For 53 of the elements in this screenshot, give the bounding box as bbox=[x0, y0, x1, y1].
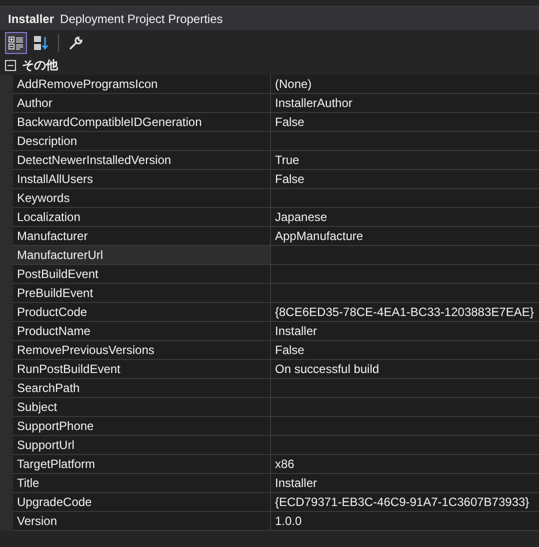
property-name[interactable]: RemovePreviousVersions bbox=[13, 341, 271, 360]
property-value[interactable] bbox=[271, 284, 539, 303]
property-value[interactable] bbox=[271, 379, 539, 398]
property-name[interactable]: AddRemoveProgramsIcon bbox=[13, 75, 271, 94]
property-value[interactable] bbox=[271, 417, 539, 436]
object-name: Installer bbox=[8, 12, 54, 26]
property-value[interactable]: x86 bbox=[271, 455, 539, 474]
property-value[interactable]: Installer bbox=[271, 474, 539, 493]
property-value[interactable]: InstallerAuthor bbox=[271, 94, 539, 113]
property-name[interactable]: PreBuildEvent bbox=[13, 284, 271, 303]
property-value[interactable]: 1.0.0 bbox=[271, 512, 539, 531]
property-value[interactable]: {ECD79371-EB3C-46C9-91A7-1C3607B73933} bbox=[271, 493, 539, 512]
property-name[interactable]: Description bbox=[13, 132, 271, 151]
property-name[interactable]: Keywords bbox=[13, 189, 271, 208]
property-name[interactable]: SupportUrl bbox=[13, 436, 271, 455]
property-name[interactable]: Author bbox=[13, 94, 271, 113]
category-name: その他 bbox=[22, 57, 58, 74]
property-value[interactable] bbox=[271, 265, 539, 284]
property-value[interactable] bbox=[271, 132, 539, 151]
property-name[interactable]: ProductName bbox=[13, 322, 271, 341]
property-name[interactable]: DetectNewerInstalledVersion bbox=[13, 151, 271, 170]
property-value[interactable] bbox=[271, 436, 539, 455]
property-value[interactable]: False bbox=[271, 113, 539, 132]
property-name[interactable]: Subject bbox=[13, 398, 271, 417]
property-value[interactable] bbox=[271, 189, 539, 208]
property-name[interactable]: SearchPath bbox=[13, 379, 271, 398]
property-value[interactable]: True bbox=[271, 151, 539, 170]
property-value[interactable]: Installer bbox=[271, 322, 539, 341]
property-name[interactable]: ProductCode bbox=[13, 303, 271, 322]
property-name[interactable]: RunPostBuildEvent bbox=[13, 360, 271, 379]
property-name[interactable]: BackwardCompatibleIDGeneration bbox=[13, 113, 271, 132]
property-value[interactable] bbox=[271, 246, 539, 265]
property-name[interactable]: Title bbox=[13, 474, 271, 493]
property-value[interactable]: False bbox=[271, 170, 539, 189]
collapse-icon[interactable] bbox=[5, 60, 16, 71]
property-value[interactable] bbox=[271, 398, 539, 417]
object-type: Deployment Project Properties bbox=[60, 12, 223, 26]
property-name[interactable]: PostBuildEvent bbox=[13, 265, 271, 284]
property-name[interactable]: Manufacturer bbox=[13, 227, 271, 246]
property-value[interactable]: (None) bbox=[271, 75, 539, 94]
property-value[interactable]: Japanese bbox=[271, 208, 539, 227]
property-value[interactable]: {8CE6ED35-78CE-4EA1-BC33-1203883E7EAE} bbox=[271, 303, 539, 322]
property-name[interactable]: Localization bbox=[13, 208, 271, 227]
property-name[interactable]: TargetPlatform bbox=[13, 455, 271, 474]
property-name[interactable]: Version bbox=[13, 512, 271, 531]
categorized-button[interactable] bbox=[5, 32, 27, 54]
property-name[interactable]: InstallAllUsers bbox=[13, 170, 271, 189]
property-value[interactable]: On successful build bbox=[271, 360, 539, 379]
property-value[interactable]: False bbox=[271, 341, 539, 360]
property-name[interactable]: UpgradeCode bbox=[13, 493, 271, 512]
property-value[interactable]: AppManufacture bbox=[271, 227, 539, 246]
property-name[interactable]: ManufacturerUrl bbox=[13, 246, 271, 265]
property-name[interactable]: SupportPhone bbox=[13, 417, 271, 436]
